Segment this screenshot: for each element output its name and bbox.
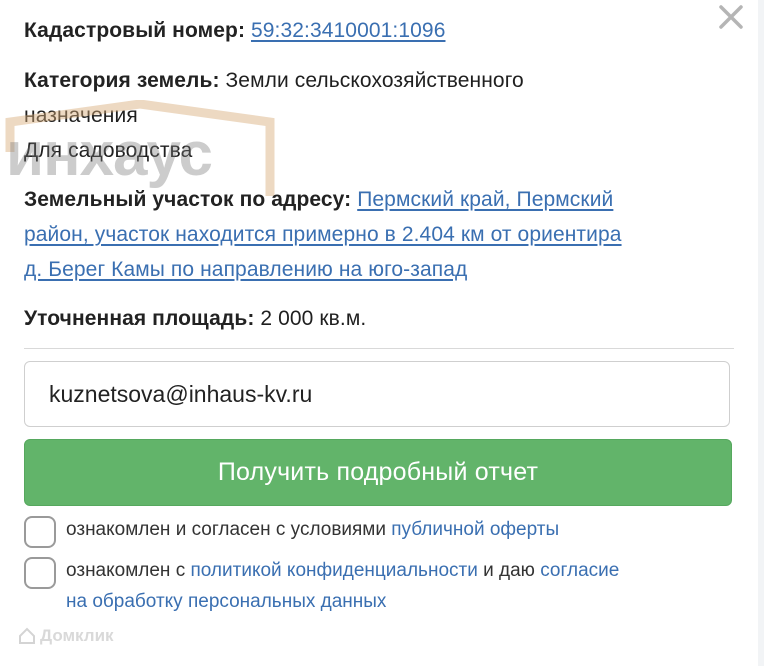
personal-data-consent-link[interactable]: согласие [540, 560, 619, 581]
area-label: Уточненная площадь: [24, 307, 255, 330]
domclick-watermark-text: Домклик [40, 626, 114, 645]
close-button[interactable] [714, 0, 748, 34]
address-line3-row: д. Берег Камы по направлению на юго-запа… [24, 252, 467, 288]
area-row: Уточненная площадь: 2 000 кв.м. [24, 301, 366, 337]
divider [24, 348, 734, 349]
scroll-edge [758, 0, 764, 666]
privacy-consent-text: ознакомлен с политикой конфиденциальност… [66, 555, 619, 586]
cadastral-number-link[interactable]: 59:32:3410001:1096 [251, 19, 446, 42]
cadastral-row: Кадастровый номер: 59:32:3410001:1096 [24, 13, 445, 49]
privacy-consent-text-line2: на обработку персональных данных [66, 586, 386, 617]
privacy-policy-link[interactable]: политикой конфиденциальности [190, 560, 477, 581]
email-field[interactable] [24, 361, 730, 427]
address-row: Земельный участок по адресу: Пермский кр… [24, 182, 613, 218]
offer-consent-label: ознакомлен и согласен с условиями [66, 519, 392, 540]
privacy-consent-label-2: и даю [477, 560, 541, 581]
address-line2-row: район, участок находится примерно в 2.40… [24, 217, 622, 253]
offer-consent-checkbox[interactable] [24, 516, 56, 548]
permitted-use: Для садоводства [24, 139, 193, 162]
house-icon [19, 627, 35, 644]
privacy-consent-checkbox[interactable] [24, 557, 56, 589]
domclick-watermark: Домклик [18, 626, 114, 646]
close-icon [719, 5, 743, 29]
public-offer-link[interactable]: публичной оферты [391, 519, 559, 540]
offer-consent-text: ознакомлен и согласен с условиями публич… [66, 514, 559, 545]
address-link-line3[interactable]: д. Берег Камы по направлению на юго-запа… [24, 258, 467, 281]
privacy-consent-label-1: ознакомлен с [66, 560, 191, 581]
address-link-line1[interactable]: Пермский край, Пермский [357, 188, 613, 211]
land-category-value: Земли сельскохозяйственного [225, 69, 524, 92]
land-category-label: Категория земель: [24, 69, 220, 92]
get-report-button[interactable]: Получить подробный отчет [24, 439, 732, 506]
personal-data-consent-link-line2[interactable]: на обработку персональных данных [66, 591, 386, 612]
land-category-value-line2: назначения [24, 104, 138, 127]
address-label: Земельный участок по адресу: [24, 188, 352, 211]
land-category-row: Категория земель: Земли сельскохозяйстве… [24, 63, 524, 99]
address-link-line2[interactable]: район, участок находится примерно в 2.40… [24, 223, 622, 246]
area-value: 2 000 кв.м. [260, 307, 367, 330]
cadastral-label: Кадастровый номер: [24, 19, 246, 42]
